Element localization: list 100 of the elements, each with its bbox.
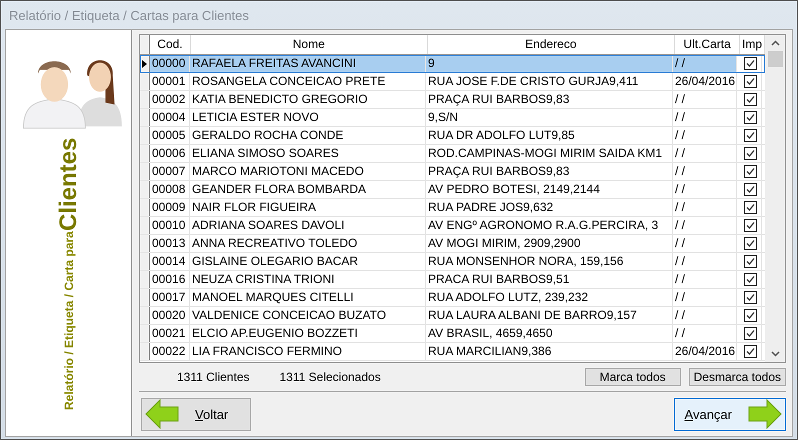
- checkbox[interactable]: [744, 345, 756, 358]
- table-cell: ELCIO AP.EUGENIO BOZZETI: [190, 325, 426, 342]
- table-cell: / /: [673, 325, 737, 342]
- table-cell: / /: [673, 91, 737, 108]
- table-cell: RUA DR ADOLFO LUT9,85: [426, 127, 673, 144]
- table-cell: 00013: [150, 235, 190, 252]
- table-cell: ROSANGELA CONCEICAO PRETE: [190, 73, 426, 90]
- table-row[interactable]: 00013 ANNA RECREATIVO TOLEDO AV MOGI MIRIM, 2909,2900 / /: [140, 235, 765, 253]
- table-cell: ANNA RECREATIVO TOLEDO: [190, 235, 426, 252]
- table-cell: / /: [673, 289, 737, 306]
- table-cell: ROD.CAMPINAS-MOGI MIRIM SAIDA KM1: [426, 145, 673, 162]
- table-cell: 00000: [150, 55, 190, 72]
- table-cell: / /: [673, 199, 737, 216]
- table-cell: GERALDO ROCHA CONDE: [190, 127, 426, 144]
- table-row[interactable]: 00004 LETICIA ESTER NOVO 9,S/N / /: [140, 109, 765, 127]
- checkbox[interactable]: [744, 309, 756, 322]
- table-cell: 26/04/2016: [673, 343, 737, 360]
- table-cell: 00020: [150, 307, 190, 324]
- table-row[interactable]: 00002 KATIA BENEDICTO GREGORIO PRAÇA RUI BARBOS9,83 / /: [140, 91, 765, 109]
- window-title: Relatório / Etiqueta / Cartas para Clientes: [8, 7, 250, 25]
- table-row[interactable]: 00021 ELCIO AP.EUGENIO BOZZETI AV BRASIL, 4659,4650 / /: [140, 325, 765, 343]
- table-cell: 00004: [150, 109, 190, 126]
- table-cell: / /: [673, 163, 737, 180]
- checkbox[interactable]: [744, 111, 756, 124]
- checkbox[interactable]: [744, 201, 756, 214]
- checkbox[interactable]: [744, 129, 756, 142]
- table-cell: RUA MARCILIAN9,386: [426, 343, 673, 360]
- table-row[interactable]: 00008 GEANDER FLORA BOMBARDA AV PEDRO BOTESI, 2149,2144 / /: [140, 181, 765, 199]
- scroll-up-icon[interactable]: [770, 40, 780, 46]
- panel-subtitle: Relatório / Etiqueta / Carta para: [62, 231, 76, 410]
- table-row[interactable]: 00022 LIA FRANCISCO FERMINO RUA MARCILIAN9,386 26/04/2016: [140, 343, 765, 361]
- panel-title: Clientes: [54, 138, 82, 232]
- table-cell: ELIANA SIMOSO SOARES: [190, 145, 426, 162]
- selected-count: 1311 Selecionados: [280, 370, 381, 384]
- scroll-down-icon[interactable]: [770, 351, 780, 357]
- back-button[interactable]: Voltar: [141, 398, 252, 430]
- table-cell: 00021: [150, 325, 190, 342]
- next-button[interactable]: Avançar: [674, 398, 786, 430]
- table-cell: / /: [673, 235, 737, 252]
- checkbox[interactable]: [744, 75, 756, 88]
- table-cell: 00002: [150, 91, 190, 108]
- row-pointer-icon: [142, 60, 147, 68]
- checkbox[interactable]: [744, 255, 756, 268]
- table-cell: GISLAINE OLEGARIO BACAR: [190, 253, 426, 270]
- checkbox[interactable]: [744, 327, 756, 340]
- table-cell: 9,S/N: [426, 109, 673, 126]
- table-cell: PRAÇA RUI BARBOS9,83: [426, 91, 673, 108]
- checkbox[interactable]: [744, 93, 756, 106]
- table-cell: 9: [426, 55, 673, 72]
- checkbox[interactable]: [744, 219, 756, 232]
- table-cell: LIA FRANCISCO FERMINO: [190, 343, 426, 360]
- table-cell: RUA MONSENHOR NORA, 159,156: [426, 253, 673, 270]
- table-cell: AV PEDRO BOTESI, 2149,2144: [426, 181, 673, 198]
- table-cell: RUA PADRE JOS9,632: [426, 199, 673, 216]
- checkbox[interactable]: [744, 237, 756, 250]
- table-row[interactable]: 00010 ADRIANA SOARES DAVOLI AV ENGº AGRONOMO R.A.G.PERCIRA, 3 / /: [140, 217, 765, 235]
- row-selector[interactable]: [140, 55, 150, 72]
- table-cell: PRACA RUI BARBOS9,51: [426, 271, 673, 288]
- table-cell: PRAÇA RUI BARBOS9,83: [426, 163, 673, 180]
- checkbox[interactable]: [744, 57, 756, 70]
- table-cell: AV BRASIL, 4659,4650: [426, 325, 673, 342]
- table-row[interactable]: 00017 MANOEL MARQUES CITELLI RUA ADOLFO LUTZ, 239,232 / /: [140, 289, 765, 307]
- table-cell: 00008: [150, 181, 190, 198]
- table-cell: 00010: [150, 217, 190, 234]
- mark-all-button[interactable]: Marca todos: [584, 368, 681, 386]
- table-cell: RUA LAURA ALBANI DE BARRO9,157: [426, 307, 673, 324]
- table-row[interactable]: 00020 VALDENICE CONCEICAO BUZATO RUA LAURA ALBANI DE BARRO9,157 / /: [140, 307, 765, 325]
- table-row[interactable]: 00000 RAFAELA FREITAS AVANCINI 9 / /: [140, 55, 765, 73]
- table-cell: RAFAELA FREITAS AVANCINI: [190, 55, 426, 72]
- column-header[interactable]: Endereco: [428, 35, 676, 54]
- unmark-all-button[interactable]: Desmarca todos: [688, 368, 786, 386]
- table-cell: 00005: [150, 127, 190, 144]
- table-cell: 00016: [150, 271, 190, 288]
- table-row[interactable]: 00009 NAIR FLOR FIGUEIRA RUA PADRE JOS9,632 / /: [140, 199, 765, 217]
- column-header[interactable]: Imp: [740, 35, 765, 54]
- table-cell: / /: [673, 271, 737, 288]
- scrollbar[interactable]: [765, 35, 785, 362]
- table-cell: 00014: [150, 253, 190, 270]
- checkbox[interactable]: [744, 147, 756, 160]
- table-row[interactable]: 00016 NEUZA CRISTINA TRIONI PRACA RUI BARBOS9,51 / /: [140, 271, 765, 289]
- table-cell: 00017: [150, 289, 190, 306]
- table-cell: KATIA BENEDICTO GREGORIO: [190, 91, 426, 108]
- checkbox[interactable]: [744, 183, 756, 196]
- checkbox[interactable]: [744, 165, 756, 178]
- table-cell: MARCO MARIOTONI MACEDO: [190, 163, 426, 180]
- table-cell: NEUZA CRISTINA TRIONI: [190, 271, 426, 288]
- table-cell: / /: [673, 127, 737, 144]
- scroll-thumb[interactable]: [768, 51, 782, 67]
- checkbox[interactable]: [744, 291, 756, 304]
- table-cell: NAIR FLOR FIGUEIRA: [190, 199, 426, 216]
- table-cell: MANOEL MARQUES CITELLI: [190, 289, 426, 306]
- table-row[interactable]: 00005 GERALDO ROCHA CONDE RUA DR ADOLFO LUT9,85 / /: [140, 127, 765, 145]
- table-cell: / /: [673, 181, 737, 198]
- table-cell: AV ENGº AGRONOMO R.A.G.PERCIRA, 3: [426, 217, 673, 234]
- table-row[interactable]: 00007 MARCO MARIOTONI MACEDO PRAÇA RUI BARBOS9,83 / /: [140, 163, 765, 181]
- checkbox[interactable]: [744, 273, 756, 286]
- table-cell: / /: [673, 253, 737, 270]
- table-row[interactable]: 00001 ROSANGELA CONCEICAO PRETE RUA JOSE F.DE CRISTO GURJA9,411 26/04/2016: [140, 73, 765, 91]
- table-row[interactable]: 00014 GISLAINE OLEGARIO BACAR RUA MONSENHOR NORA, 159,156 / /: [140, 253, 765, 271]
- table-row[interactable]: 00006 ELIANA SIMOSO SOARES ROD.CAMPINAS-MOGI MIRIM SAIDA KM1 / /: [140, 145, 765, 163]
